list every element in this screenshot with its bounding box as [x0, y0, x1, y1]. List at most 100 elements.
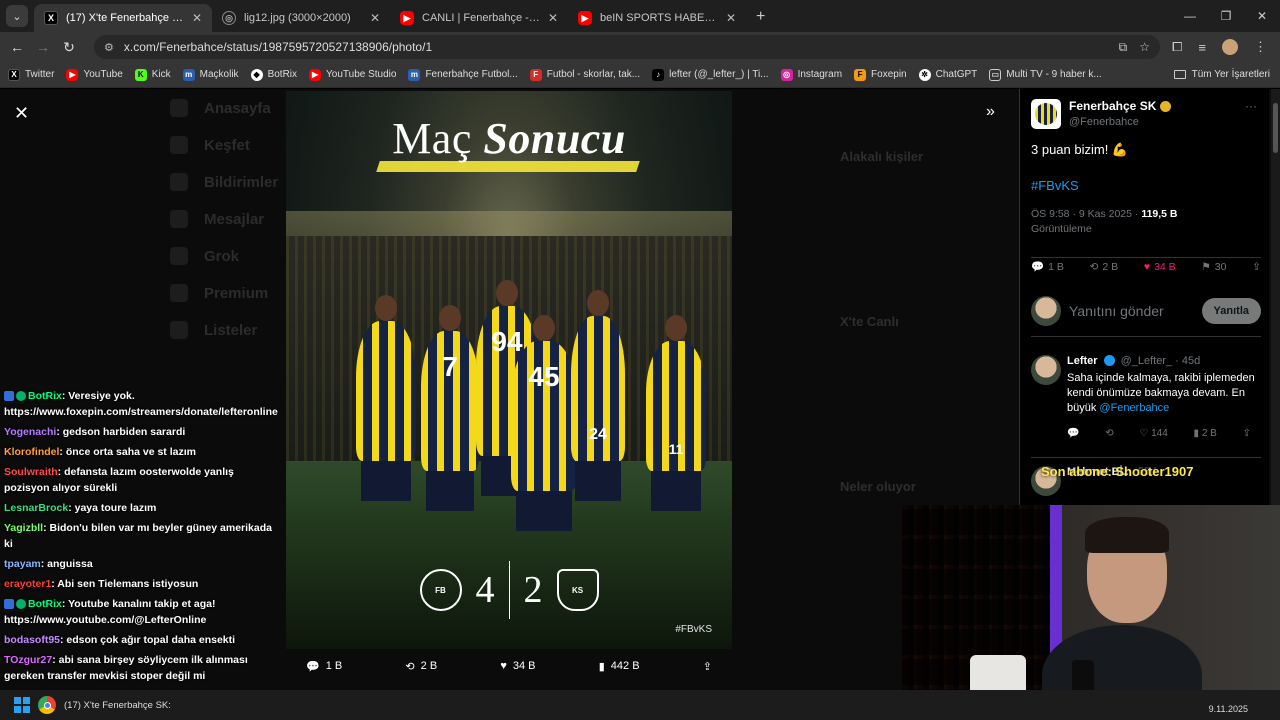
reply-button[interactable]: 💬 1 B: [306, 660, 342, 673]
menu-kebab-icon[interactable]: ⋮: [1254, 39, 1267, 55]
install-app-icon[interactable]: ⧉: [1119, 40, 1128, 55]
bookmark-futbol-skorlar[interactable]: F Futbol - skorlar, tak...: [529, 68, 640, 81]
like-button[interactable]: ♡ 144: [1139, 428, 1167, 439]
away-score: 2: [523, 569, 543, 611]
all-bookmarks-folder[interactable]: Tüm Yer İşaretleri: [1173, 69, 1270, 80]
bookmark-twitter[interactable]: X Twitter: [8, 68, 54, 81]
reply-tweet-text: Saha içinde kalmaya, rakibi iplemeden ke…: [1067, 371, 1261, 416]
bookmark-kick[interactable]: K Kick: [134, 68, 171, 81]
reply-input[interactable]: Yanıtını gönder: [1069, 303, 1194, 319]
tv-icon: ▭: [989, 68, 1002, 81]
close-window-icon[interactable]: ✕: [1244, 0, 1280, 32]
url-input[interactable]: ⚙ x.com/Fenerbahce/status/19875957205271…: [94, 35, 1160, 59]
bookmark-label: Maçkolik: [199, 69, 239, 80]
tweet-views: 119,5 B: [1141, 208, 1178, 220]
restore-icon[interactable]: ❐: [1208, 0, 1244, 32]
mention-link[interactable]: @Fenerbahce: [1099, 402, 1169, 414]
extensions-icon[interactable]: ⧠: [1172, 39, 1182, 55]
bookmark-multi-tv[interactable]: ▭ Multi TV - 9 haber k...: [989, 68, 1102, 81]
chat-username: BotRix: [28, 390, 62, 402]
bookmark-star-icon[interactable]: ☆: [1139, 40, 1150, 54]
ghost-nav-label: Mesajlar: [204, 210, 265, 228]
bookmark-chatgpt[interactable]: ✲ ChatGPT: [918, 68, 977, 81]
close-photo-icon[interactable]: ✕: [14, 103, 29, 124]
chat-message: Klorofindel: önce orta saha ve st lazım: [0, 442, 276, 462]
tab-x-fenerbahce[interactable]: X (17) X'te Fenerbahçe SK: "3 pua ✕: [34, 4, 212, 32]
like-button[interactable]: ♥ 34 B: [1144, 260, 1176, 273]
like-button[interactable]: ♥ 34 B: [500, 660, 535, 672]
minimize-icon[interactable]: —: [1172, 0, 1208, 32]
foxepin-icon: F: [854, 68, 867, 81]
expand-panel-icon[interactable]: »: [986, 103, 995, 121]
site-settings-icon[interactable]: ⚙: [104, 41, 114, 54]
close-icon[interactable]: ✕: [726, 11, 736, 25]
share-button[interactable]: ⇪: [703, 660, 712, 673]
tab-bar: ⌄ X (17) X'te Fenerbahçe SK: "3 pua ✕ ◎ …: [0, 0, 1280, 32]
tab-lig12[interactable]: ◎ lig12.jpg (3000×2000) ✕: [212, 4, 390, 32]
taskbar-app-label[interactable]: (17) X'te Fenerbahçe SK:: [64, 700, 171, 711]
bookmark-count: 30: [1214, 260, 1227, 273]
reply-button[interactable]: 💬 1 B: [1031, 260, 1064, 274]
forward-arrow-icon[interactable]: →: [30, 39, 56, 55]
x-icon: X: [44, 11, 58, 25]
tab-bein-sports[interactable]: ▶ beIN SPORTS HABER Canlı Yayın ✕: [568, 4, 746, 32]
views-button[interactable]: ▮ 2 B: [1194, 428, 1217, 439]
avatar[interactable]: [1031, 355, 1061, 385]
player-shorts: [360, 461, 412, 501]
views-button[interactable]: ▮ 442 B: [599, 660, 640, 673]
bookmark-fenerbahce-futbol[interactable]: m Fenerbahçe Futbol...: [408, 68, 518, 81]
like-count: 34 B: [512, 660, 536, 672]
reply-tweet[interactable]: Lefter @_Lefter_ · 45d Saha içinde kalma…: [1031, 355, 1261, 439]
score-divider: [508, 561, 510, 619]
chat-username: Yogenachi: [4, 426, 57, 438]
author-handle[interactable]: @Fenerbahce: [1069, 116, 1171, 128]
avatar[interactable]: [1031, 99, 1061, 129]
bookmark-button[interactable]: ⚑ 30: [1201, 260, 1226, 273]
bookmark-youtube-studio[interactable]: ▶ YouTube Studio: [309, 68, 396, 81]
search-icon: [170, 136, 188, 154]
reload-icon[interactable]: ↻: [56, 39, 82, 56]
share-button[interactable]: ⇪: [1252, 260, 1261, 273]
chat-text: : anguissa: [40, 558, 93, 570]
author-name[interactable]: Fenerbahçe SK: [1069, 99, 1172, 113]
tab-search-button[interactable]: ⌄: [6, 5, 28, 27]
repost-icon: ⟲: [1089, 260, 1099, 273]
bookmark-youtube[interactable]: ▶ YouTube: [66, 68, 123, 81]
media-control-icon[interactable]: ≡: [1198, 40, 1206, 55]
comment-icon[interactable]: 💬: [1067, 428, 1079, 439]
fenerbahce-crest: FB: [419, 569, 462, 611]
bookmark-instagram[interactable]: ◎ Instagram: [780, 68, 842, 81]
close-icon[interactable]: ✕: [370, 11, 380, 25]
more-options-icon[interactable]: ···: [1245, 99, 1257, 113]
windows-start-icon[interactable]: [14, 697, 30, 713]
close-icon[interactable]: ✕: [548, 11, 558, 25]
repost-button[interactable]: ⟲ 2 B: [1090, 260, 1119, 273]
share-icon[interactable]: ⇪: [1243, 428, 1251, 439]
scrollbar-thumb[interactable]: [1273, 103, 1278, 153]
chrome-icon[interactable]: [38, 696, 56, 714]
ghost-nav-label: Premium: [204, 284, 269, 302]
tweet-author[interactable]: Fenerbahçe SK @Fenerbahce: [1031, 99, 1172, 129]
close-icon[interactable]: ✕: [192, 11, 202, 25]
bookmark-tiktok[interactable]: ♪ lefter (@_lefter_) | Ti...: [652, 68, 769, 81]
new-tab-button[interactable]: +: [756, 8, 765, 26]
bookmark-botrix[interactable]: ◆ BotRix: [250, 68, 297, 81]
profile-avatar[interactable]: [1222, 39, 1238, 55]
back-arrow-icon[interactable]: ←: [4, 39, 30, 55]
bookmark-mackolik[interactable]: m Maçkolik: [182, 68, 239, 81]
kick-icon: K: [134, 68, 147, 81]
repost-button[interactable]: ⟲ 2 B: [405, 660, 437, 673]
image-icon: ◎: [222, 11, 236, 25]
bookmark-foxepin[interactable]: F Foxepin: [854, 68, 907, 81]
repost-icon[interactable]: ⟲: [1105, 428, 1113, 439]
share-icon: ⇪: [702, 660, 712, 673]
tab-canli-fenerbahce[interactable]: ▶ CANLI | Fenerbahçe - Zecor ✕: [390, 4, 568, 32]
chat-message: BotRix: Youtube kanalını takip et aga! h…: [0, 594, 276, 630]
chat-text: : yaya toure lazım: [68, 502, 157, 514]
tweet-hashtag[interactable]: #FBvKS: [1031, 178, 1079, 193]
reply-submit-button[interactable]: Yanıtla: [1201, 298, 1261, 324]
tweet-photo[interactable]: Maç Sonucu 7 94 45 24 11 FB 4 2 KS #FBvK…: [286, 91, 732, 649]
tweet-time[interactable]: ÖS 9:58 · 9 Kas 2025 ·: [1031, 208, 1141, 220]
taskbar: (17) X'te Fenerbahçe SK: 9.11.2025: [0, 690, 1280, 720]
bar-chart-icon: ▮: [598, 660, 605, 673]
